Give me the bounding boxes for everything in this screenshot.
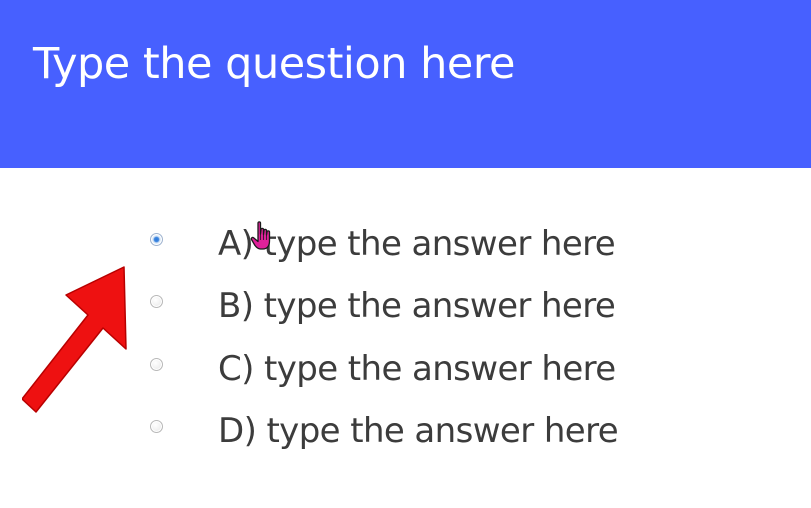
radio-button-c[interactable]	[150, 358, 163, 371]
radio-button-b[interactable]	[150, 295, 163, 308]
red-arrow-icon	[22, 266, 127, 413]
question-banner: Type the question here	[0, 0, 811, 168]
answer-label-d: D) type the answer here	[218, 411, 619, 451]
radio-button-a[interactable]	[150, 233, 163, 246]
question-text: Type the question here	[33, 39, 516, 89]
answer-label-b: B) type the answer here	[218, 286, 616, 326]
answer-option-d[interactable]: D) type the answer here	[146, 405, 646, 457]
answer-option-b[interactable]: B) type the answer here	[146, 280, 646, 332]
radio-button-d[interactable]	[150, 420, 163, 433]
answer-label-c: C) type the answer here	[218, 349, 616, 389]
answer-option-a[interactable]: A) type the answer here	[146, 218, 646, 270]
answer-label-a: A) type the answer here	[218, 224, 616, 264]
hand-pointer-icon	[250, 221, 271, 250]
quiz-slide: Type the question here A) type the answe…	[0, 0, 811, 508]
answer-option-c[interactable]: C) type the answer here	[146, 343, 646, 395]
